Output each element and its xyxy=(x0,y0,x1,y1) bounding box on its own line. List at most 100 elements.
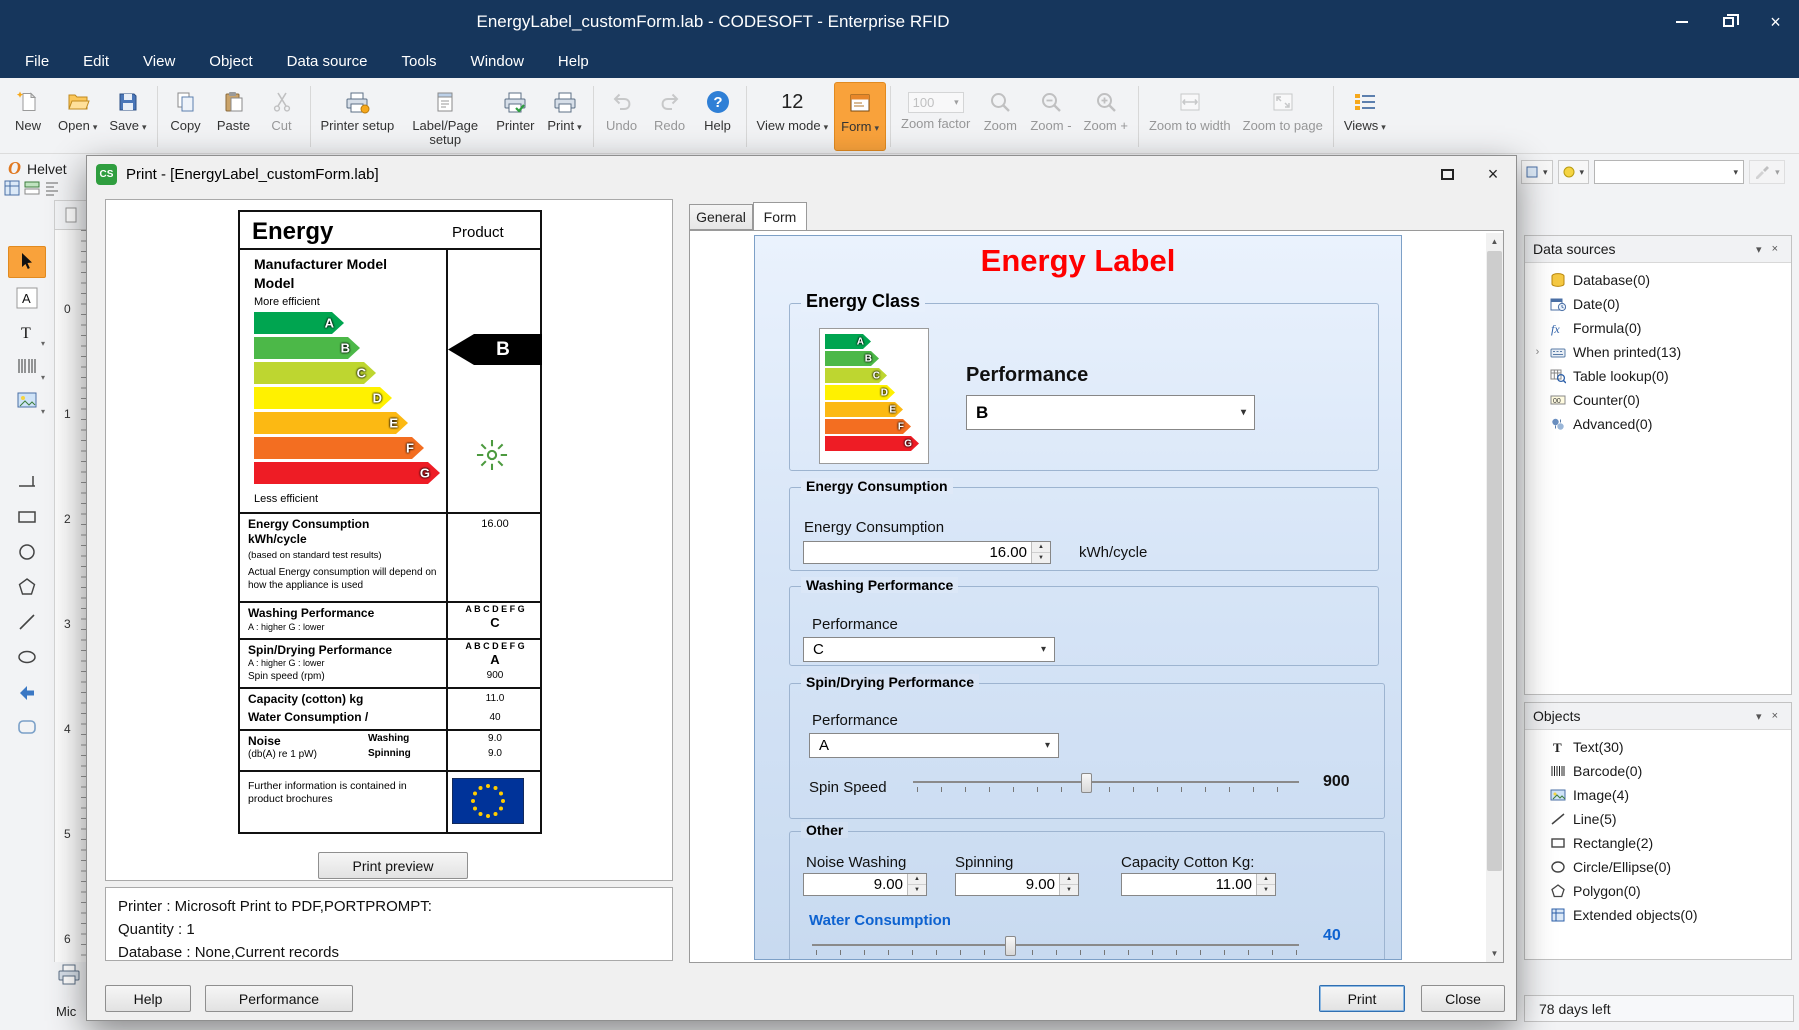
datasource-item-date[interactable]: Date(0) xyxy=(1525,292,1791,316)
objects-item-line[interactable]: Line(5) xyxy=(1525,807,1791,831)
rectangle-tool[interactable] xyxy=(8,501,46,533)
datasource-item-table-lookup[interactable]: Table lookup(0) xyxy=(1525,364,1791,388)
spin-performance-select[interactable]: A ▾ xyxy=(809,733,1059,758)
help-button[interactable]: Help xyxy=(105,985,191,1012)
noise-washing-spinner[interactable]: 9.00 ▲▼ xyxy=(803,873,927,896)
water-consumption-slider[interactable] xyxy=(812,934,1299,958)
menu-edit[interactable]: Edit xyxy=(66,44,126,78)
performance-button[interactable]: Performance xyxy=(205,985,353,1012)
new-button[interactable]: New xyxy=(4,82,52,151)
oblique-line-tool[interactable] xyxy=(8,606,46,638)
scrollbar-thumb[interactable] xyxy=(1487,251,1502,871)
menu-view[interactable]: View xyxy=(126,44,192,78)
circle-tool[interactable] xyxy=(8,536,46,568)
menu-tools[interactable]: Tools xyxy=(385,44,454,78)
paste-button[interactable]: Paste xyxy=(210,82,258,151)
format-grid-icon[interactable] xyxy=(4,180,20,196)
font-selector[interactable]: O Helvet xyxy=(8,158,67,179)
washing-performance-select[interactable]: C ▾ xyxy=(803,637,1055,662)
zoom-to-width-button[interactable]: Zoom to width xyxy=(1143,82,1237,151)
zoom-in-button[interactable]: Zoom + xyxy=(1078,82,1134,151)
collapse-panel-icon[interactable]: ▾ xyxy=(1751,243,1767,256)
spin-down-icon[interactable]: ▼ xyxy=(1032,553,1050,563)
effects-button[interactable]: ▾ xyxy=(1558,160,1590,184)
scroll-up-icon[interactable]: ▲ xyxy=(1486,233,1503,250)
datasource-item-counter[interactable]: 00 Counter(0) xyxy=(1525,388,1791,412)
barcode-tool[interactable]: ▾ xyxy=(8,350,46,382)
zoom-factor-combo[interactable]: 100▾ Zoom factor xyxy=(895,82,976,151)
rounded-rectangle-tool[interactable] xyxy=(8,711,46,743)
restore-button[interactable] xyxy=(1705,0,1752,44)
spin-up-icon[interactable]: ▲ xyxy=(908,874,926,885)
spin-speed-slider[interactable] xyxy=(913,771,1299,795)
menu-help[interactable]: Help xyxy=(541,44,606,78)
open-button[interactable]: Open▾ xyxy=(52,82,103,151)
menu-window[interactable]: Window xyxy=(454,44,541,78)
cut-button[interactable]: Cut xyxy=(258,82,306,151)
spin-up-icon[interactable]: ▲ xyxy=(1032,542,1050,553)
objects-item-polygon[interactable]: Polygon(0) xyxy=(1525,879,1791,903)
collapse-panel-icon[interactable]: ▾ xyxy=(1751,710,1767,723)
menu-object[interactable]: Object xyxy=(192,44,269,78)
format-fields-icon[interactable] xyxy=(24,180,40,196)
copy-button[interactable]: Copy xyxy=(162,82,210,151)
style-button[interactable]: ▾ xyxy=(1521,160,1553,184)
minimize-button[interactable] xyxy=(1658,0,1705,44)
datasource-item-advanced[interactable]: Advanced(0) xyxy=(1525,412,1791,436)
tab-form[interactable]: Form xyxy=(753,202,807,231)
style-combo[interactable]: ▾ xyxy=(1594,160,1744,184)
zoom-to-page-button[interactable]: Zoom to page xyxy=(1237,82,1329,151)
printer-setup-button[interactable]: Printer setup xyxy=(315,82,401,151)
capacity-spinner[interactable]: 11.00 ▲▼ xyxy=(1121,873,1276,896)
label-page-setup-button[interactable]: Label/Page setup xyxy=(400,82,490,151)
spin-down-icon[interactable]: ▼ xyxy=(1257,885,1275,895)
slider-thumb[interactable] xyxy=(1081,773,1092,793)
energy-consumption-spinner[interactable]: 16.00 ▲▼ xyxy=(803,541,1051,564)
objects-item-text[interactable]: T Text(30) xyxy=(1525,735,1791,759)
menu-file[interactable]: File xyxy=(8,44,66,78)
spinning-spinner[interactable]: 9.00 ▲▼ xyxy=(955,873,1079,896)
dialog-maximize-button[interactable] xyxy=(1432,161,1462,187)
horizontal-line-tool[interactable] xyxy=(8,466,46,498)
print-confirm-button[interactable]: Print xyxy=(1319,985,1405,1012)
tree-expander-icon[interactable]: › xyxy=(1533,346,1542,358)
image-tool[interactable]: ▾ xyxy=(8,384,46,416)
objects-item-extended[interactable]: Extended objects(0) xyxy=(1525,903,1791,927)
spin-up-icon[interactable]: ▲ xyxy=(1257,874,1275,885)
view-mode-button[interactable]: 12 View mode▾ xyxy=(751,82,835,151)
text-block-tool[interactable]: A xyxy=(8,282,46,314)
close-dialog-button[interactable]: Close xyxy=(1421,985,1505,1012)
text-tool[interactable]: T▾ xyxy=(8,316,46,348)
print-preview-button[interactable]: Print preview xyxy=(318,852,468,879)
help-button[interactable]: ? Help xyxy=(694,82,742,151)
spin-down-icon[interactable]: ▼ xyxy=(1060,885,1078,895)
objects-item-image[interactable]: Image(4) xyxy=(1525,783,1791,807)
undo-button[interactable]: Undo xyxy=(598,82,646,151)
polygon-tool[interactable] xyxy=(8,571,46,603)
ellipse-tool[interactable] xyxy=(8,641,46,673)
objects-item-barcode[interactable]: Barcode(0) xyxy=(1525,759,1791,783)
datasource-item-formula[interactable]: fx Formula(0) xyxy=(1525,316,1791,340)
format-align-icon[interactable] xyxy=(44,180,60,196)
printer-button[interactable]: Printer xyxy=(490,82,540,151)
save-button[interactable]: Save▾ xyxy=(103,82,152,151)
energy-class-select[interactable]: B ▾ xyxy=(966,395,1255,430)
tab-general[interactable]: General xyxy=(689,204,753,230)
insert-object-tool[interactable] xyxy=(8,676,46,708)
datasource-item-when-printed[interactable]: › When printed(13) xyxy=(1525,340,1791,364)
objects-item-rectangle[interactable]: Rectangle(2) xyxy=(1525,831,1791,855)
close-panel-icon[interactable]: × xyxy=(1767,243,1783,255)
menu-data-source[interactable]: Data source xyxy=(270,44,385,78)
close-panel-icon[interactable]: × xyxy=(1767,710,1783,722)
paint-button[interactable]: ▾ xyxy=(1749,160,1785,184)
spin-up-icon[interactable]: ▲ xyxy=(1060,874,1078,885)
zoom-button[interactable]: Zoom xyxy=(976,82,1024,151)
dialog-titlebar[interactable]: CS Print - [EnergyLabel_customForm.lab] … xyxy=(87,156,1516,192)
spin-down-icon[interactable]: ▼ xyxy=(908,885,926,895)
dialog-close-button[interactable]: × xyxy=(1478,161,1508,187)
print-button[interactable]: Print▾ xyxy=(541,82,589,151)
zoom-out-button[interactable]: Zoom - xyxy=(1024,82,1077,151)
pointer-tool[interactable] xyxy=(8,246,46,278)
datasource-item-database[interactable]: Database(0) xyxy=(1525,268,1791,292)
objects-item-circle[interactable]: Circle/Ellipse(0) xyxy=(1525,855,1791,879)
